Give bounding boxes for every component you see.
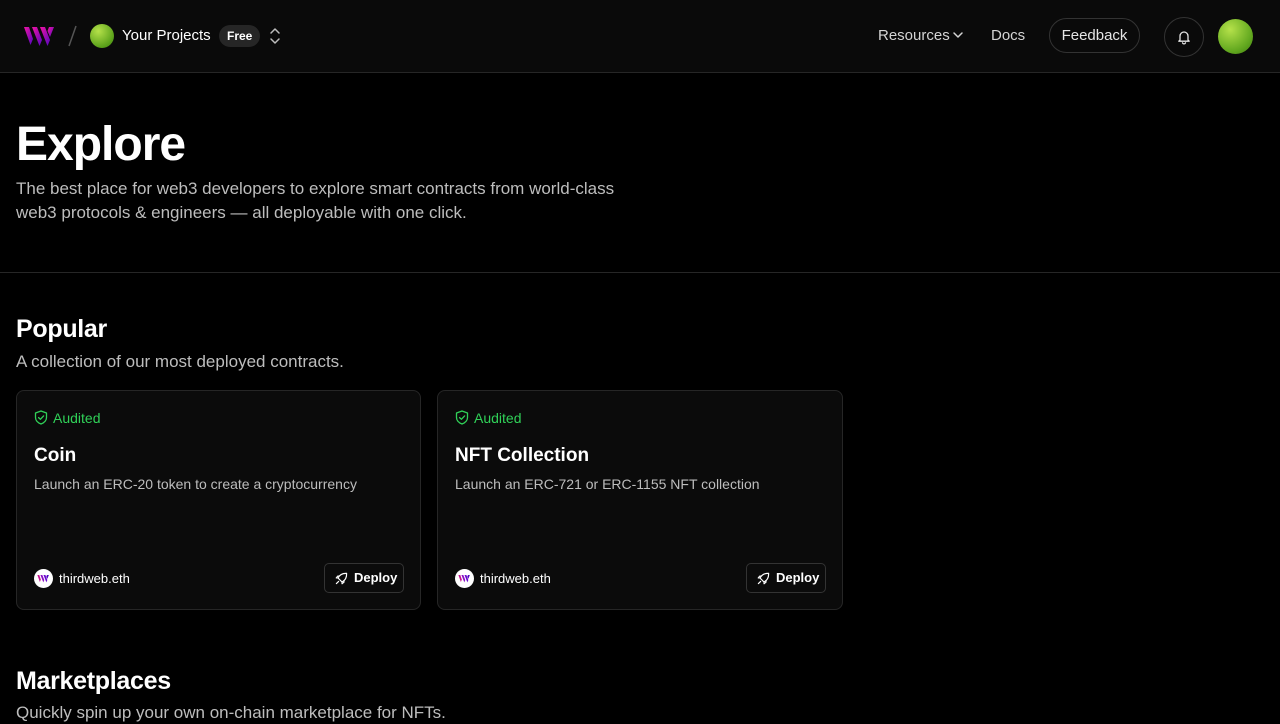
nav-docs[interactable]: Docs	[991, 26, 1025, 46]
thirdweb-logo-icon	[37, 575, 49, 583]
plan-badge: Free	[219, 25, 261, 47]
marketplaces-section-title: Marketplaces	[16, 667, 171, 695]
card-author[interactable]: thirdweb.eth	[59, 570, 130, 587]
card-title[interactable]: Coin	[34, 444, 76, 468]
rocket-icon	[757, 572, 770, 585]
project-name[interactable]: Your Projects	[122, 26, 211, 46]
popular-section-title: Popular	[16, 315, 107, 343]
page-subtitle: The best place for web3 developers to ex…	[16, 179, 615, 222]
contract-card-nft-collection[interactable]: Audited NFT Collection Launch an ERC-721…	[437, 390, 843, 610]
thirdweb-logo-icon	[458, 575, 470, 583]
explore-hero: Explore The best place for web3 develope…	[0, 73, 1280, 273]
card-description: Launch an ERC-721 or ERC-1155 NFT collec…	[455, 476, 760, 492]
shield-check-icon	[455, 410, 469, 425]
nav-resources[interactable]: Resources	[878, 26, 950, 46]
audited-label: Audited	[53, 410, 101, 426]
deploy-label: Deploy	[776, 570, 820, 585]
user-avatar[interactable]	[1218, 19, 1253, 54]
bell-icon	[1178, 31, 1190, 45]
notifications-button[interactable]	[1164, 17, 1204, 57]
contract-card-coin[interactable]: Audited Coin Launch an ERC-20 token to c…	[16, 390, 421, 610]
top-navigation-bar: Your Projects Free Resources Docs Feedba…	[0, 0, 1280, 73]
card-description: Launch an ERC-20 token to create a crypt…	[34, 476, 357, 492]
slash-icon	[68, 25, 77, 47]
marketplaces-section-subtitle: Quickly spin up your own on-chain market…	[16, 703, 446, 722]
deploy-button[interactable]: Deploy	[324, 563, 404, 593]
thirdweb-logo-icon[interactable]	[23, 25, 57, 47]
deploy-label: Deploy	[354, 570, 398, 585]
rocket-icon	[335, 572, 348, 585]
chevron-up-down-icon[interactable]	[266, 26, 284, 46]
chevron-down-icon[interactable]	[951, 28, 965, 42]
card-author[interactable]: thirdweb.eth	[480, 570, 551, 587]
feedback-button[interactable]: Feedback	[1049, 18, 1140, 53]
deploy-button[interactable]: Deploy	[746, 563, 826, 593]
thirdweb-author-avatar	[455, 569, 474, 588]
project-avatar[interactable]	[90, 24, 114, 48]
card-title[interactable]: NFT Collection	[455, 444, 589, 468]
audited-label: Audited	[474, 410, 522, 426]
popular-section-subtitle: A collection of our most deployed contra…	[16, 352, 344, 371]
thirdweb-author-avatar	[34, 569, 53, 588]
shield-check-icon	[34, 410, 48, 425]
page-title: Explore	[16, 118, 186, 171]
